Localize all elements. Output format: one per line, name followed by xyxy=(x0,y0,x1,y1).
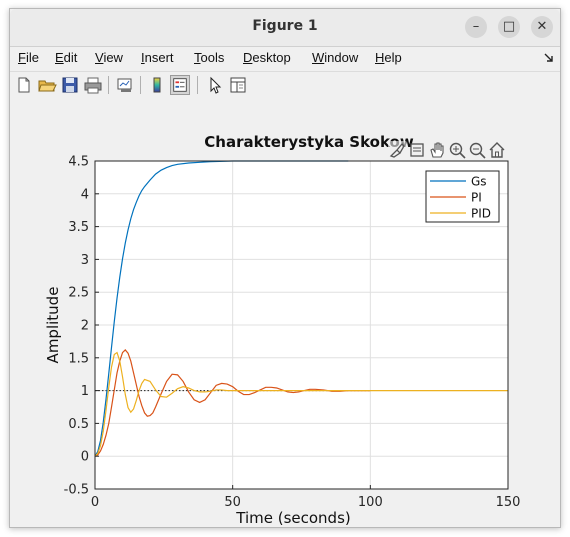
y-tick-label: 2 xyxy=(81,319,89,334)
menu-desktop[interactable]: Desktop xyxy=(243,50,291,65)
step-response-plot[interactable]: 0 50 100 150-0.500.511.522.533.544.5 Charak… xyxy=(10,99,560,527)
menu-tools[interactable]: Tools xyxy=(194,50,224,65)
menu-help[interactable]: Help xyxy=(375,50,402,65)
toolbar-separator xyxy=(108,76,109,94)
y-tick-label: 3.5 xyxy=(68,220,89,235)
legend[interactable]: Gs PI PID xyxy=(425,170,500,223)
axes-toolbar xyxy=(388,141,505,159)
y-tick-label: 4 xyxy=(81,187,89,202)
menu-file[interactable]: File xyxy=(18,50,39,65)
menu-edit[interactable]: Edit xyxy=(55,50,77,65)
chart-title: Charakterystyka Skokow xyxy=(204,133,414,151)
x-tick-label: 150 xyxy=(496,495,521,510)
home-icon[interactable] xyxy=(489,142,505,158)
y-axis-label: Amplitude xyxy=(44,287,62,364)
property-inspector-icon[interactable] xyxy=(228,75,248,95)
figure-window: Figure 1 – □ ✕ File Edit View Insert Too… xyxy=(9,8,561,528)
y-tick-label: 1 xyxy=(81,384,89,399)
zoom-out-icon[interactable] xyxy=(469,142,486,159)
toolbar-separator xyxy=(140,76,141,94)
legend-label: PID xyxy=(471,207,491,221)
zoom-in-icon[interactable] xyxy=(449,142,466,159)
save-icon[interactable] xyxy=(60,75,80,95)
figure-toolbar xyxy=(10,71,560,100)
link-plot-icon[interactable] xyxy=(115,75,135,95)
open-file-icon[interactable] xyxy=(37,75,57,95)
x-axis-label: Time (seconds) xyxy=(235,509,351,527)
pan-icon[interactable] xyxy=(430,142,444,158)
y-tick-label: 2.5 xyxy=(68,286,89,301)
toolbar-separator xyxy=(197,76,198,94)
menu-insert[interactable]: Insert xyxy=(141,50,174,65)
figure-canvas: 0 50 100 150 -0.5 0 0.5 1 1.5 2 2.5 3 3.5 4 4.5 Charak… xyxy=(10,99,560,527)
maximize-button[interactable]: □ xyxy=(498,16,520,38)
close-button[interactable]: ✕ xyxy=(531,16,553,38)
print-icon[interactable] xyxy=(83,75,103,95)
x-tick-label: 0 xyxy=(91,495,99,510)
y-tick-label: 0.5 xyxy=(68,417,89,432)
colorbar-icon[interactable] xyxy=(147,75,167,95)
legend-icon[interactable] xyxy=(170,75,190,95)
menu-view[interactable]: View xyxy=(95,50,123,65)
y-tick-label: 4.5 xyxy=(68,155,89,170)
legend-label: PI xyxy=(471,191,482,205)
arrow-icon[interactable] xyxy=(544,53,554,63)
y-tick-label: 1.5 xyxy=(68,351,89,366)
new-figure-icon[interactable] xyxy=(14,75,34,95)
x-tick-label: 50 xyxy=(224,495,241,510)
menu-window[interactable]: Window xyxy=(312,50,358,65)
y-tick-label: 0 xyxy=(81,450,89,465)
legend-label: Gs xyxy=(471,175,487,189)
title-bar[interactable]: Figure 1 – □ ✕ xyxy=(10,9,560,47)
brush-icon[interactable] xyxy=(388,141,406,159)
y-tick-label: -0.5 xyxy=(64,483,89,498)
edit-plot-icon[interactable] xyxy=(205,75,225,95)
minimize-button[interactable]: – xyxy=(465,16,487,38)
menu-bar: File Edit View Insert Tools Desktop Wind… xyxy=(10,47,560,69)
x-tick-label: 100 xyxy=(358,495,383,510)
y-tick-label: 3 xyxy=(81,253,89,268)
